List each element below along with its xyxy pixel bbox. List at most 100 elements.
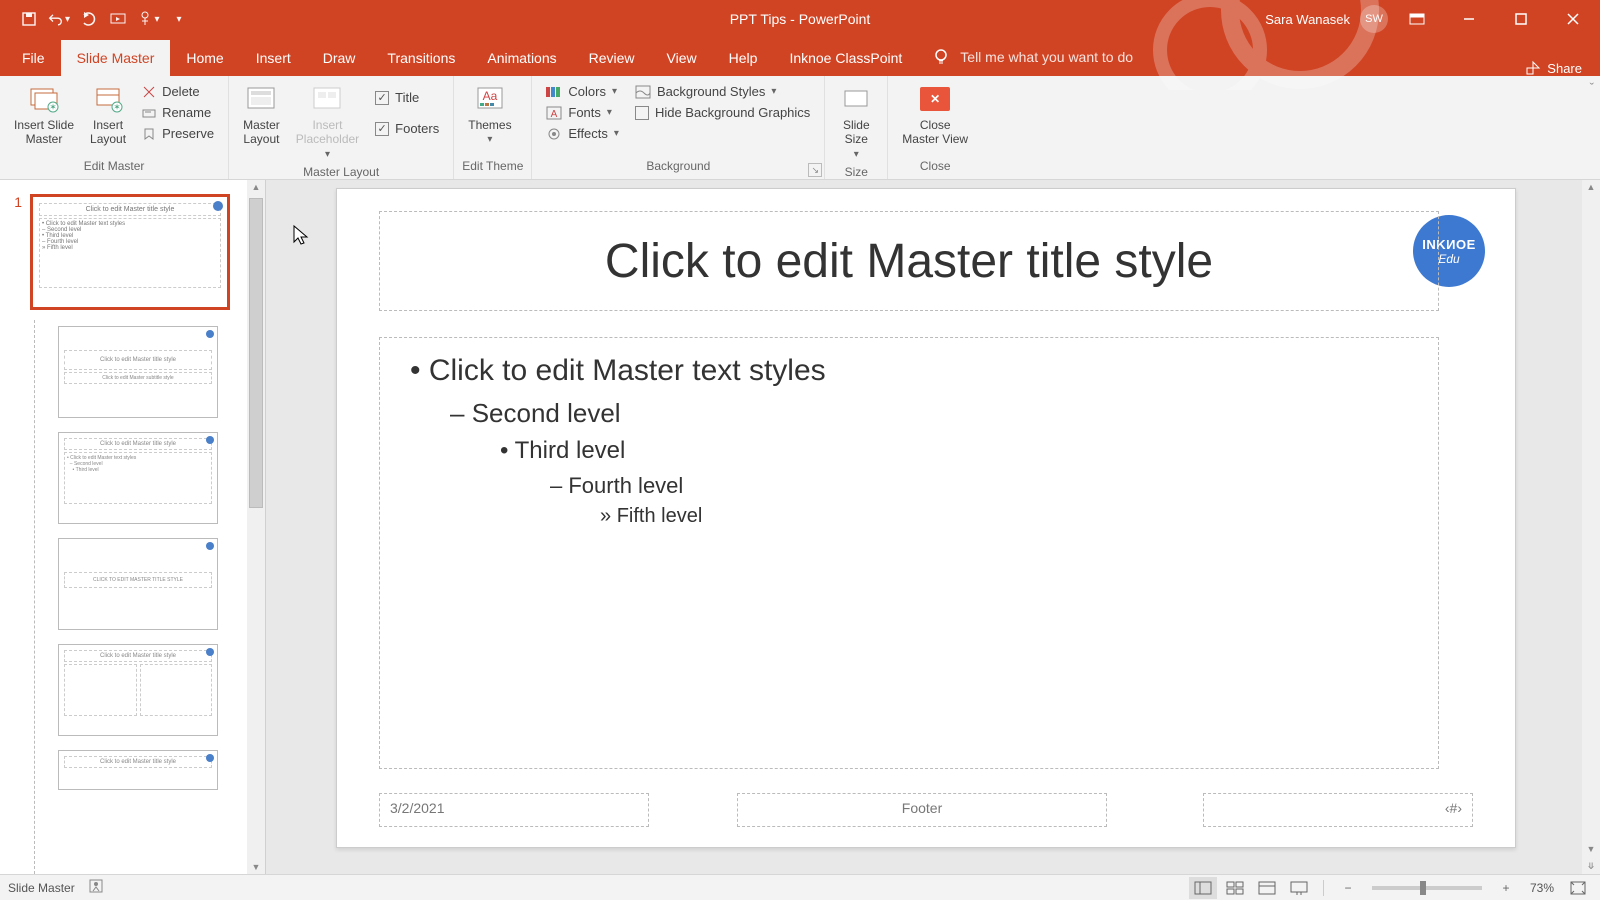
tab-slide-master[interactable]: Slide Master: [61, 40, 171, 76]
customize-qat-icon[interactable]: ▾: [168, 8, 190, 30]
tab-review[interactable]: Review: [573, 40, 651, 76]
insert-layout-button[interactable]: ✶ Insert Layout: [84, 80, 132, 149]
layout-thumbnail[interactable]: Click to edit Master title style: [58, 644, 218, 736]
date-placeholder[interactable]: 3/2/2021: [379, 793, 649, 827]
scroll-up-icon[interactable]: ▲: [247, 182, 265, 192]
ribbon-display-options-icon[interactable]: [1394, 0, 1440, 38]
tab-view[interactable]: View: [651, 40, 713, 76]
scroll-handle[interactable]: [249, 198, 263, 508]
master-slide[interactable]: INKИOE Edu Click to edit Master title st…: [336, 188, 1516, 848]
body-placeholder[interactable]: Click to edit Master text styles Second …: [379, 337, 1439, 769]
tab-inknoe-classpoint[interactable]: Inknoe ClassPoint: [773, 40, 918, 76]
colors-button[interactable]: Colors ▾: [542, 82, 623, 101]
themes-button[interactable]: Aa Themes▾: [462, 80, 517, 148]
slide-size-icon: [839, 82, 873, 116]
layout-thumbnail[interactable]: CLICK TO EDIT MASTER TITLE STYLE: [58, 538, 218, 630]
share-label: Share: [1547, 61, 1582, 76]
fonts-button[interactable]: AFonts ▾: [542, 103, 623, 122]
layout-thumbnail[interactable]: Click to edit Master title style • Click…: [58, 432, 218, 524]
scroll-down-icon[interactable]: ▼: [247, 862, 265, 872]
rename-button[interactable]: Rename: [138, 103, 218, 122]
master-layout-button[interactable]: Master Layout: [237, 80, 286, 149]
maximize-icon[interactable]: [1498, 0, 1544, 38]
effects-icon: [546, 127, 562, 141]
layout-thumbnail[interactable]: Click to edit Master title style: [58, 750, 218, 790]
tab-file[interactable]: File: [6, 40, 61, 76]
title-placeholder[interactable]: Click to edit Master title style: [379, 211, 1439, 311]
insert-slide-master-button[interactable]: ✶ Insert Slide Master: [8, 80, 80, 149]
group-close: ✕ Close Master View Close: [888, 76, 982, 179]
background-styles-button[interactable]: Background Styles ▾: [631, 82, 814, 101]
normal-view-icon[interactable]: [1189, 877, 1217, 899]
group-size: Slide Size ▾ Size: [825, 76, 888, 179]
thumb-badge-icon: [213, 201, 223, 211]
status-bar: Slide Master − + 73%: [0, 874, 1600, 900]
insert-placeholder-button[interactable]: Insert Placeholder ▾: [290, 80, 365, 163]
status-view-label: Slide Master: [8, 881, 75, 895]
start-from-beginning-icon[interactable]: [108, 8, 130, 30]
touch-mode-icon[interactable]: ▾: [138, 8, 160, 30]
body-level-4: Fourth level: [550, 473, 1418, 499]
master-slide-thumbnail[interactable]: Click to edit Master title style • Click…: [30, 194, 230, 310]
tab-transitions[interactable]: Transitions: [371, 40, 471, 76]
delete-button[interactable]: Delete: [138, 82, 218, 101]
ribbon: ✶ Insert Slide Master ✶ Insert Layout De…: [0, 76, 1600, 180]
body-level-2: Second level: [450, 398, 1418, 429]
footers-checkbox[interactable]: ✓Footers: [371, 119, 443, 138]
close-icon[interactable]: [1550, 0, 1596, 38]
fit-to-window-icon[interactable]: [1564, 877, 1592, 899]
layout-thumbnail[interactable]: Click to edit Master title style Click t…: [58, 326, 218, 418]
title-checkbox[interactable]: ✓Title: [371, 88, 443, 107]
save-icon[interactable]: [18, 8, 40, 30]
zoom-slider-handle[interactable]: [1420, 881, 1426, 895]
thumbnail-scrollbar[interactable]: ▲ ▼: [247, 180, 265, 874]
lightbulb-icon: [932, 48, 950, 66]
tab-insert[interactable]: Insert: [240, 40, 307, 76]
redo-icon[interactable]: [78, 8, 100, 30]
tab-animations[interactable]: Animations: [471, 40, 572, 76]
group-edit-master: ✶ Insert Slide Master ✶ Insert Layout De…: [0, 76, 229, 179]
canvas-scrollbar[interactable]: ▲ ▼ ⤋: [1582, 180, 1600, 874]
minimize-icon[interactable]: [1446, 0, 1492, 38]
zoom-level[interactable]: 73%: [1530, 881, 1554, 895]
collapse-ribbon-icon[interactable]: ˇ: [1590, 80, 1594, 95]
thumb-badge-icon: [206, 648, 214, 656]
hide-bg-graphics-checkbox[interactable]: Hide Background Graphics: [631, 103, 814, 122]
share-button[interactable]: Share: [1525, 60, 1600, 76]
tab-draw[interactable]: Draw: [307, 40, 372, 76]
slide-sorter-view-icon[interactable]: [1221, 877, 1249, 899]
next-slide-icon[interactable]: ⤋: [1582, 861, 1600, 872]
reading-view-icon[interactable]: [1253, 877, 1281, 899]
tab-help[interactable]: Help: [713, 40, 774, 76]
body-level-3: Third level: [500, 437, 1418, 465]
quick-access-toolbar: ▾ ▾ ▾: [0, 8, 190, 30]
scroll-down-icon[interactable]: ▼: [1582, 844, 1600, 854]
title-text: Click to edit Master title style: [605, 234, 1213, 289]
preserve-button[interactable]: Preserve: [138, 124, 218, 143]
checkbox-icon: ✓: [375, 122, 389, 136]
zoom-slider[interactable]: [1372, 886, 1482, 890]
slideshow-view-icon[interactable]: [1285, 877, 1313, 899]
slide-number-placeholder[interactable]: ‹#›: [1203, 793, 1473, 827]
thumb-badge-icon: [206, 754, 214, 762]
zoom-out-button[interactable]: −: [1334, 877, 1362, 899]
checkbox-icon: ✓: [375, 91, 389, 105]
thumb-title-text: Click to edit Master title style: [64, 756, 212, 768]
accessibility-checker-icon[interactable]: [89, 879, 103, 896]
background-dialog-launcher[interactable]: ↘: [808, 163, 822, 177]
undo-icon[interactable]: ▾: [48, 8, 70, 30]
group-label-edit-master: Edit Master: [8, 157, 220, 177]
zoom-in-button[interactable]: +: [1492, 877, 1520, 899]
bg-styles-icon: [635, 85, 651, 99]
footer-placeholder[interactable]: Footer: [737, 793, 1107, 827]
layout-tree-line: [34, 320, 35, 874]
tab-home[interactable]: Home: [170, 40, 239, 76]
slide-size-button[interactable]: Slide Size ▾: [833, 80, 879, 163]
close-master-view-button[interactable]: ✕ Close Master View: [896, 80, 974, 149]
fonts-icon: A: [546, 106, 562, 120]
thumb-title-text: Click to edit Master title style: [64, 650, 212, 662]
effects-button[interactable]: Effects ▾: [542, 124, 623, 143]
editor-area: 1 Click to edit Master title style • Cli…: [0, 180, 1600, 874]
master-layout-icon: [244, 82, 278, 116]
scroll-up-icon[interactable]: ▲: [1582, 182, 1600, 192]
